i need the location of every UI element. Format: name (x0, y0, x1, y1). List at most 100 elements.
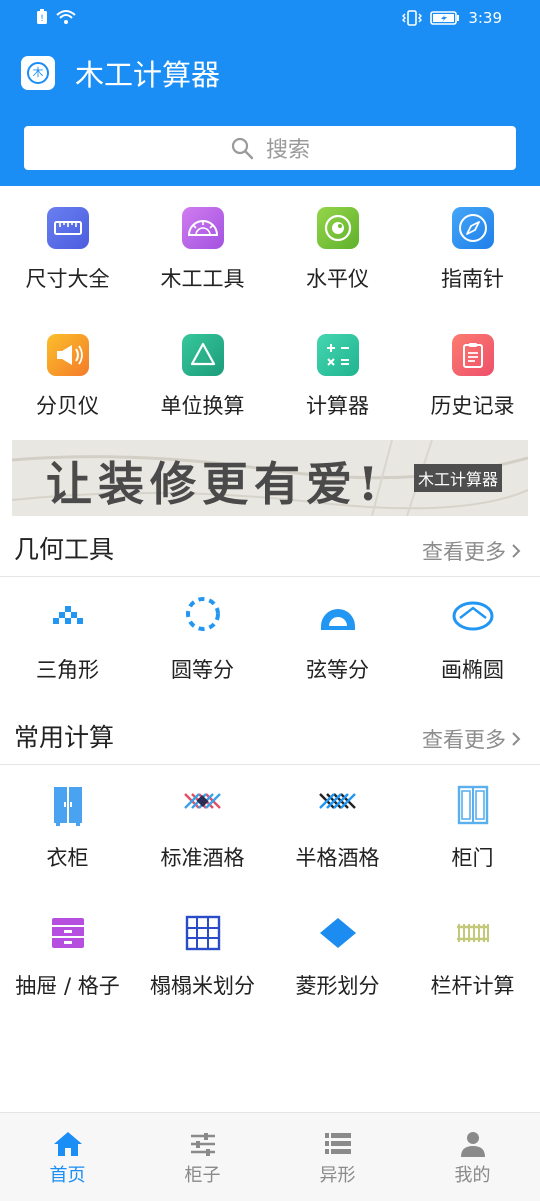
bottom-tab-bar: 首页 柜子 异形 我的 (0, 1112, 540, 1201)
home-icon (53, 1132, 82, 1156)
geometry-label: 三角形 (36, 658, 99, 682)
calc-cabinet-door[interactable]: 柜门 (405, 784, 540, 872)
tab-label: 首页 (49, 1165, 86, 1186)
chevron-right-icon (512, 544, 521, 558)
search-placeholder: 搜索 (265, 138, 310, 163)
calc-label: 标准酒格 (160, 846, 245, 870)
status-bar: ! 3:39 (0, 0, 540, 36)
geometry-label: 弦等分 (306, 658, 369, 682)
calculator-icon (316, 334, 359, 376)
common-see-more[interactable]: 查看更多 (422, 724, 522, 754)
tool-history[interactable]: 历史记录 (405, 334, 540, 420)
wifi-icon (56, 10, 76, 24)
tab-mine[interactable]: 我的 (405, 1113, 540, 1201)
geometry-label: 画椭圆 (441, 658, 504, 682)
calc-tatami[interactable]: 榻榻米划分 (135, 912, 270, 1000)
geometry-label: 圆等分 (171, 658, 234, 682)
svg-text:!: ! (40, 14, 44, 24)
ruler-icon (46, 207, 89, 249)
tab-cabinet[interactable]: 柜子 (135, 1113, 270, 1201)
chord-divide-icon (316, 596, 360, 640)
tool-label: 木工工具 (160, 267, 245, 291)
common-row-1: 衣柜 标准酒格 半格酒格 柜门 (0, 784, 540, 872)
battery-saver-icon: ! (37, 9, 47, 24)
geometry-chord-divide[interactable]: 弦等分 (270, 596, 405, 684)
half-wine-rack-icon (316, 784, 360, 828)
calc-label: 半格酒格 (295, 846, 380, 870)
app-title: 木工计算器 (75, 58, 221, 92)
tab-label: 我的 (454, 1165, 491, 1186)
tab-irregular[interactable]: 异形 (270, 1113, 405, 1201)
app-header: 木 木工计算器 搜索 (0, 36, 540, 186)
see-more-label: 查看更多 (422, 728, 506, 752)
app-logo: 木 (21, 56, 55, 90)
level-icon (316, 207, 359, 249)
wardrobe-icon (46, 784, 90, 828)
calc-label: 衣柜 (46, 846, 89, 870)
tool-label: 尺寸大全 (25, 267, 110, 291)
section-title: 常用计算 (14, 723, 115, 752)
see-more-label: 查看更多 (422, 540, 506, 564)
tools-row-2: 分贝仪 单位换算 计算器 历史记录 (0, 334, 540, 420)
triangle-icon (46, 596, 90, 640)
diamond-icon (316, 912, 360, 956)
unit-convert-icon (181, 334, 224, 376)
tool-spirit-level[interactable]: 水平仪 (270, 207, 405, 293)
tab-label: 柜子 (184, 1165, 221, 1186)
calc-label: 栏杆计算 (430, 974, 515, 998)
app-logo-mark: 木 (27, 62, 49, 84)
calc-label: 榻榻米划分 (150, 974, 255, 998)
protractor-icon (181, 207, 224, 249)
megaphone-icon (46, 334, 89, 376)
chevron-right-icon (512, 732, 521, 746)
calc-diamond-divide[interactable]: 菱形划分 (270, 912, 405, 1000)
compass-icon (451, 207, 494, 249)
tools-row-1: 尺寸大全 木工工具 水平仪 指南针 (0, 207, 540, 293)
geometry-row: 三角形 圆等分 弦等分 画椭圆 (0, 596, 540, 684)
tool-label: 历史记录 (430, 394, 515, 418)
tool-calculator[interactable]: 计算器 (270, 334, 405, 420)
status-time: 3:39 (468, 9, 502, 27)
calc-railing[interactable]: 栏杆计算 (405, 912, 540, 1000)
calc-label: 菱形划分 (295, 974, 380, 998)
section-title: 几何工具 (14, 535, 115, 564)
calc-label: 柜门 (451, 846, 494, 870)
list-icon (324, 1133, 351, 1154)
tool-size-reference[interactable]: 尺寸大全 (0, 207, 135, 293)
drawer-icon (46, 912, 90, 956)
tool-label: 单位换算 (160, 394, 245, 418)
tool-unit-conversion[interactable]: 单位换算 (135, 334, 270, 420)
calc-half-wine-rack[interactable]: 半格酒格 (270, 784, 405, 872)
search-icon (231, 137, 254, 160)
vibrate-icon (402, 10, 423, 26)
tatami-icon (181, 912, 225, 956)
sliders-icon (190, 1133, 215, 1156)
geometry-circle-divide[interactable]: 圆等分 (135, 596, 270, 684)
tool-decibel-meter[interactable]: 分贝仪 (0, 334, 135, 420)
calc-label: 抽屉 / 格子 (15, 974, 120, 998)
search-bar[interactable]: 搜索 (24, 126, 516, 170)
calc-wardrobe[interactable]: 衣柜 (0, 784, 135, 872)
tab-home[interactable]: 首页 (0, 1113, 135, 1201)
tool-label: 计算器 (306, 394, 369, 418)
calc-drawer-grid[interactable]: 抽屉 / 格子 (0, 912, 135, 1000)
history-clipboard-icon (451, 334, 494, 376)
tool-label: 指南针 (441, 267, 504, 291)
banner-slogan: 让装修更有爱! (46, 457, 385, 511)
common-row-2: 抽屉 / 格子 榻榻米划分 菱形划分 栏杆计算 (0, 912, 540, 1000)
geometry-ellipse[interactable]: 画椭圆 (405, 596, 540, 684)
railing-icon (451, 912, 495, 956)
tool-woodworking-tools[interactable]: 木工工具 (135, 207, 270, 293)
geometry-triangle[interactable]: 三角形 (0, 596, 135, 684)
ellipse-icon (451, 596, 495, 640)
cabinet-door-icon (451, 784, 495, 828)
geometry-see-more[interactable]: 查看更多 (422, 536, 522, 566)
tool-label: 分贝仪 (36, 394, 99, 418)
tool-compass[interactable]: 指南针 (405, 207, 540, 293)
calc-wine-rack[interactable]: 标准酒格 (135, 784, 270, 872)
battery-icon (430, 11, 460, 25)
user-icon (460, 1132, 485, 1157)
common-section-header: 常用计算 查看更多 (0, 708, 540, 765)
banner-badge: 木工计算器 (413, 464, 502, 492)
promo-banner[interactable]: 让装修更有爱! 木工计算器 (12, 440, 528, 516)
